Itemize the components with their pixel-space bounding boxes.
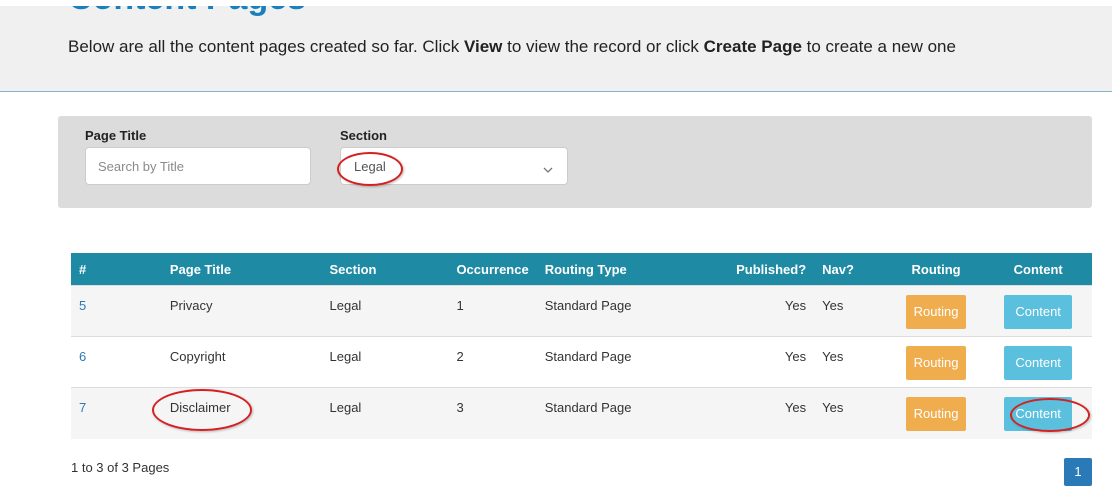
row-section: Legal xyxy=(321,387,449,439)
section-select-value: Legal xyxy=(354,159,386,174)
row-content-cell: Content xyxy=(984,285,1092,337)
row-id[interactable]: 6 xyxy=(71,336,162,388)
content-button[interactable]: Content xyxy=(1004,397,1073,431)
table-header-row: # Page Title Section Occurrence Routing … xyxy=(71,253,1092,286)
row-content-cell: Content xyxy=(984,336,1092,388)
row-occurrence: 1 xyxy=(448,285,537,337)
row-routing-type: Standard Page xyxy=(536,285,696,337)
row-occurrence: 3 xyxy=(448,387,537,439)
row-id[interactable]: 5 xyxy=(71,285,162,337)
section-filter-label: Section xyxy=(340,128,387,143)
column-header-routing-type: Routing Type xyxy=(536,253,696,286)
routing-button[interactable]: Routing xyxy=(906,346,967,380)
row-published: Yes xyxy=(695,336,815,388)
row-published: Yes xyxy=(695,387,815,439)
page-title: Content Pages xyxy=(68,6,306,18)
row-routing-type: Standard Page xyxy=(536,336,696,388)
row-id-link[interactable]: 6 xyxy=(79,349,86,364)
row-id-link[interactable]: 5 xyxy=(79,298,86,313)
content-button[interactable]: Content xyxy=(1004,346,1073,380)
column-header-routing: Routing xyxy=(887,253,985,286)
column-header-published: Published? xyxy=(695,253,815,286)
pagination-page-button[interactable]: 1 xyxy=(1064,458,1092,486)
row-section: Legal xyxy=(321,336,449,388)
column-header-section: Section xyxy=(321,253,449,286)
routing-button[interactable]: Routing xyxy=(906,397,967,431)
table-row: 5 Privacy Legal 1 Standard Page Yes Yes … xyxy=(71,285,1092,337)
pagination-summary: 1 to 3 of 3 Pages xyxy=(71,460,170,475)
column-header-occurrence: Occurrence xyxy=(448,253,537,286)
row-page-title: Disclaimer xyxy=(161,387,322,439)
column-header-nav: Nav? xyxy=(814,253,888,286)
column-header-page-title: Page Title xyxy=(161,253,322,286)
routing-button[interactable]: Routing xyxy=(906,295,967,329)
content-pages-table: # Page Title Section Occurrence Routing … xyxy=(71,253,1092,439)
table-row: 7 Disclaimer Legal 3 Standard Page Yes Y… xyxy=(71,387,1092,439)
intro-create-keyword: Create Page xyxy=(703,37,802,56)
row-nav: Yes xyxy=(814,285,888,337)
row-routing-cell: Routing xyxy=(887,387,985,439)
intro-view-keyword: View xyxy=(463,37,503,56)
page-intro: Below are all the content pages created … xyxy=(68,36,956,58)
content-button[interactable]: Content xyxy=(1004,295,1073,329)
search-title-input[interactable] xyxy=(85,147,311,185)
filter-panel: Page Title Section Legal xyxy=(58,116,1092,208)
column-header-content: Content xyxy=(984,253,1092,286)
row-section: Legal xyxy=(321,285,449,337)
row-routing-cell: Routing xyxy=(887,285,985,337)
page-header: Content Pages Below are all the content … xyxy=(0,6,1112,92)
page-title-filter-label: Page Title xyxy=(85,128,147,143)
chevron-down-icon xyxy=(543,161,553,179)
row-routing-type: Standard Page xyxy=(536,387,696,439)
intro-text: to view the record or click xyxy=(502,37,704,56)
row-nav: Yes xyxy=(814,336,888,388)
table-row: 6 Copyright Legal 2 Standard Page Yes Ye… xyxy=(71,336,1092,388)
row-content-cell: Content xyxy=(984,387,1092,439)
row-page-title: Copyright xyxy=(161,336,322,388)
column-header-id: # xyxy=(71,253,162,286)
row-published: Yes xyxy=(695,285,815,337)
row-occurrence: 2 xyxy=(448,336,537,388)
section-select[interactable]: Legal xyxy=(340,147,568,185)
row-routing-cell: Routing xyxy=(887,336,985,388)
intro-text: to create a new one xyxy=(801,37,956,56)
row-id[interactable]: 7 xyxy=(71,387,162,439)
row-page-title: Privacy xyxy=(161,285,322,337)
row-nav: Yes xyxy=(814,387,888,439)
row-id-link[interactable]: 7 xyxy=(79,400,86,415)
intro-text: Below are all the content pages created … xyxy=(68,37,464,56)
